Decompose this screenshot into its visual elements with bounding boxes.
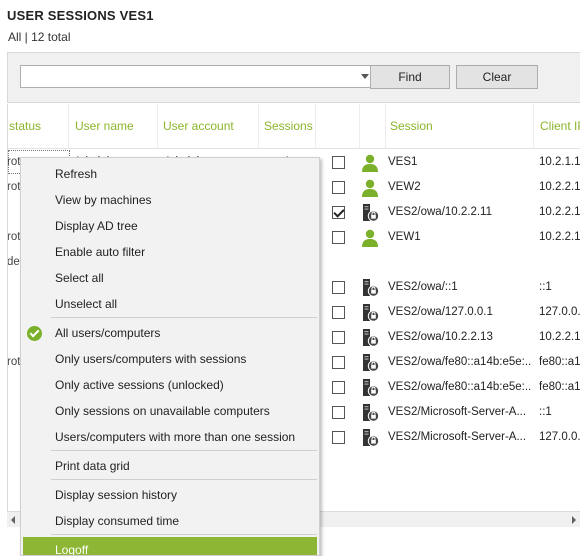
- client-ip-cell: ::1: [539, 281, 552, 293]
- session-cell: VES2/Microsoft-Server-A...: [388, 431, 527, 443]
- server-lock-icon: [360, 403, 380, 423]
- total-count-label: All | 12 total: [8, 30, 71, 44]
- search-panel: Find Clear: [7, 52, 580, 103]
- menu-item-label: Only sessions on unavailable computers: [55, 404, 270, 418]
- page-title: USER SESSIONS VES1: [7, 8, 154, 23]
- menu-separator: [51, 317, 317, 318]
- row-checkbox[interactable]: [332, 381, 345, 394]
- menu-item-only-active-sessions-unlocked[interactable]: Only active sessions (unlocked): [21, 372, 319, 398]
- search-combobox[interactable]: [20, 65, 373, 88]
- row-checkbox[interactable]: [332, 356, 345, 369]
- column-header-session[interactable]: Session: [386, 104, 534, 149]
- menu-item-all-users-computers[interactable]: All users/computers: [21, 320, 319, 346]
- session-cell: VES2/owa/fe80::a14b:e5e:...: [388, 381, 532, 393]
- row-checkbox[interactable]: [332, 331, 345, 344]
- server-lock-icon: [360, 428, 380, 448]
- scroll-left-icon[interactable]: [11, 516, 15, 524]
- column-header-user-name[interactable]: User name: [69, 104, 158, 149]
- menu-item-label: Users/computers with more than one sessi…: [55, 430, 296, 444]
- menu-item-select-all[interactable]: Select all: [21, 265, 319, 291]
- menu-separator: [51, 534, 317, 535]
- session-cell: VES2/owa/fe80::a14b:e5e:...: [388, 356, 532, 368]
- session-cell: VEW1: [388, 231, 421, 243]
- status-cell: rot: [7, 231, 21, 243]
- scroll-right-icon[interactable]: [572, 516, 576, 524]
- session-cell: VES2/owa/127.0.0.1: [388, 306, 493, 318]
- menu-item-print-data-grid[interactable]: Print data grid: [21, 453, 319, 479]
- session-cell: VES2/owa/10.2.2.11: [388, 206, 492, 218]
- menu-item-display-ad-tree[interactable]: Display AD tree: [21, 213, 319, 239]
- status-cell: rot: [7, 156, 21, 168]
- client-ip-cell: 127.0.0.1: [539, 431, 580, 443]
- client-ip-cell: 10.2.2.12: [539, 181, 580, 193]
- server-lock-icon: [360, 278, 380, 298]
- clear-button[interactable]: Clear: [456, 65, 538, 89]
- grid-header: status User name User account Sessions S…: [8, 104, 580, 149]
- menu-item-only-users-computers-with-sessions[interactable]: Only users/computers with sessions: [21, 346, 319, 372]
- client-ip-cell: 10.2.2.11: [539, 231, 580, 243]
- chevron-down-icon[interactable]: [361, 74, 369, 79]
- menu-item-label: Select all: [55, 271, 104, 285]
- menu-item-unselect-all[interactable]: Unselect all: [21, 291, 319, 317]
- menu-item-logoff[interactable]: Logoff: [23, 537, 317, 556]
- session-cell: VEW2: [388, 181, 421, 193]
- server-lock-icon: [360, 378, 380, 398]
- client-ip-cell: fe80::a14: [539, 356, 580, 368]
- menu-item-label: Only active sessions (unlocked): [55, 378, 224, 392]
- row-checkbox[interactable]: [332, 181, 345, 194]
- row-checkbox[interactable]: [332, 231, 345, 244]
- menu-item-label: Display session history: [55, 488, 178, 502]
- column-header-client-ip[interactable]: Client IP: [534, 104, 580, 149]
- find-button[interactable]: Find: [370, 65, 450, 89]
- user-icon: [360, 178, 380, 198]
- row-checkbox[interactable]: [332, 431, 345, 444]
- row-checkbox[interactable]: [332, 206, 345, 219]
- context-menu: Refresh View by machines Display AD tree En…: [20, 157, 320, 556]
- server-lock-icon: [360, 328, 380, 348]
- menu-item-view-by-machines[interactable]: View by machines: [21, 187, 319, 213]
- menu-item-enable-auto-filter[interactable]: Enable auto filter: [21, 239, 319, 265]
- checkmark-icon: [27, 326, 42, 341]
- menu-item-refresh[interactable]: Refresh: [21, 161, 319, 187]
- menu-separator: [51, 450, 317, 451]
- menu-item-only-sessions-on-unavailable-computers[interactable]: Only sessions on unavailable computers: [21, 398, 319, 424]
- column-header-status[interactable]: status: [8, 104, 69, 149]
- server-lock-icon: [360, 303, 380, 323]
- client-ip-cell: fe80::a14: [539, 381, 580, 393]
- menu-item-label: Unselect all: [55, 297, 118, 311]
- menu-separator: [51, 479, 317, 480]
- client-ip-cell: 10.2.2.11: [539, 206, 580, 218]
- menu-item-label: View by machines: [55, 193, 152, 207]
- menu-item-label: Logoff: [55, 543, 89, 556]
- session-cell: VES2/owa/::1: [388, 281, 458, 293]
- server-lock-icon: [360, 353, 380, 373]
- menu-item-label: Enable auto filter: [55, 245, 146, 259]
- row-checkbox[interactable]: [332, 281, 345, 294]
- menu-item-label: Display AD tree: [55, 219, 138, 233]
- client-ip-cell: ::1: [539, 406, 552, 418]
- column-header-user-account[interactable]: User account: [158, 104, 259, 149]
- column-header-icon[interactable]: [360, 104, 386, 149]
- menu-item-label: All users/computers: [55, 326, 161, 340]
- session-cell: VES2/owa/10.2.2.13: [388, 331, 493, 343]
- menu-item-display-session-history[interactable]: Display session history: [21, 482, 319, 508]
- status-cell: rot: [7, 181, 21, 193]
- menu-item-label: Print data grid: [55, 459, 130, 473]
- column-header-select[interactable]: [316, 104, 360, 149]
- status-cell: rot: [7, 356, 21, 368]
- menu-item-label: Display consumed time: [55, 514, 180, 528]
- menu-item-users-computers-with-more-than-one-session[interactable]: Users/computers with more than one sessi…: [21, 424, 319, 450]
- server-lock-icon: [360, 203, 380, 223]
- row-checkbox[interactable]: [332, 406, 345, 419]
- client-ip-cell: 127.0.0.1: [539, 306, 580, 318]
- menu-item-label: Refresh: [55, 167, 98, 181]
- session-cell: VES2/Microsoft-Server-A...: [388, 406, 527, 418]
- row-checkbox[interactable]: [332, 306, 345, 319]
- menu-item-label: Only users/computers with sessions: [55, 352, 247, 366]
- client-ip-cell: 10.2.2.13: [539, 331, 580, 343]
- menu-item-display-consumed-time[interactable]: Display consumed time: [21, 508, 319, 534]
- user-icon: [360, 228, 380, 248]
- column-header-sessions[interactable]: Sessions: [259, 104, 316, 149]
